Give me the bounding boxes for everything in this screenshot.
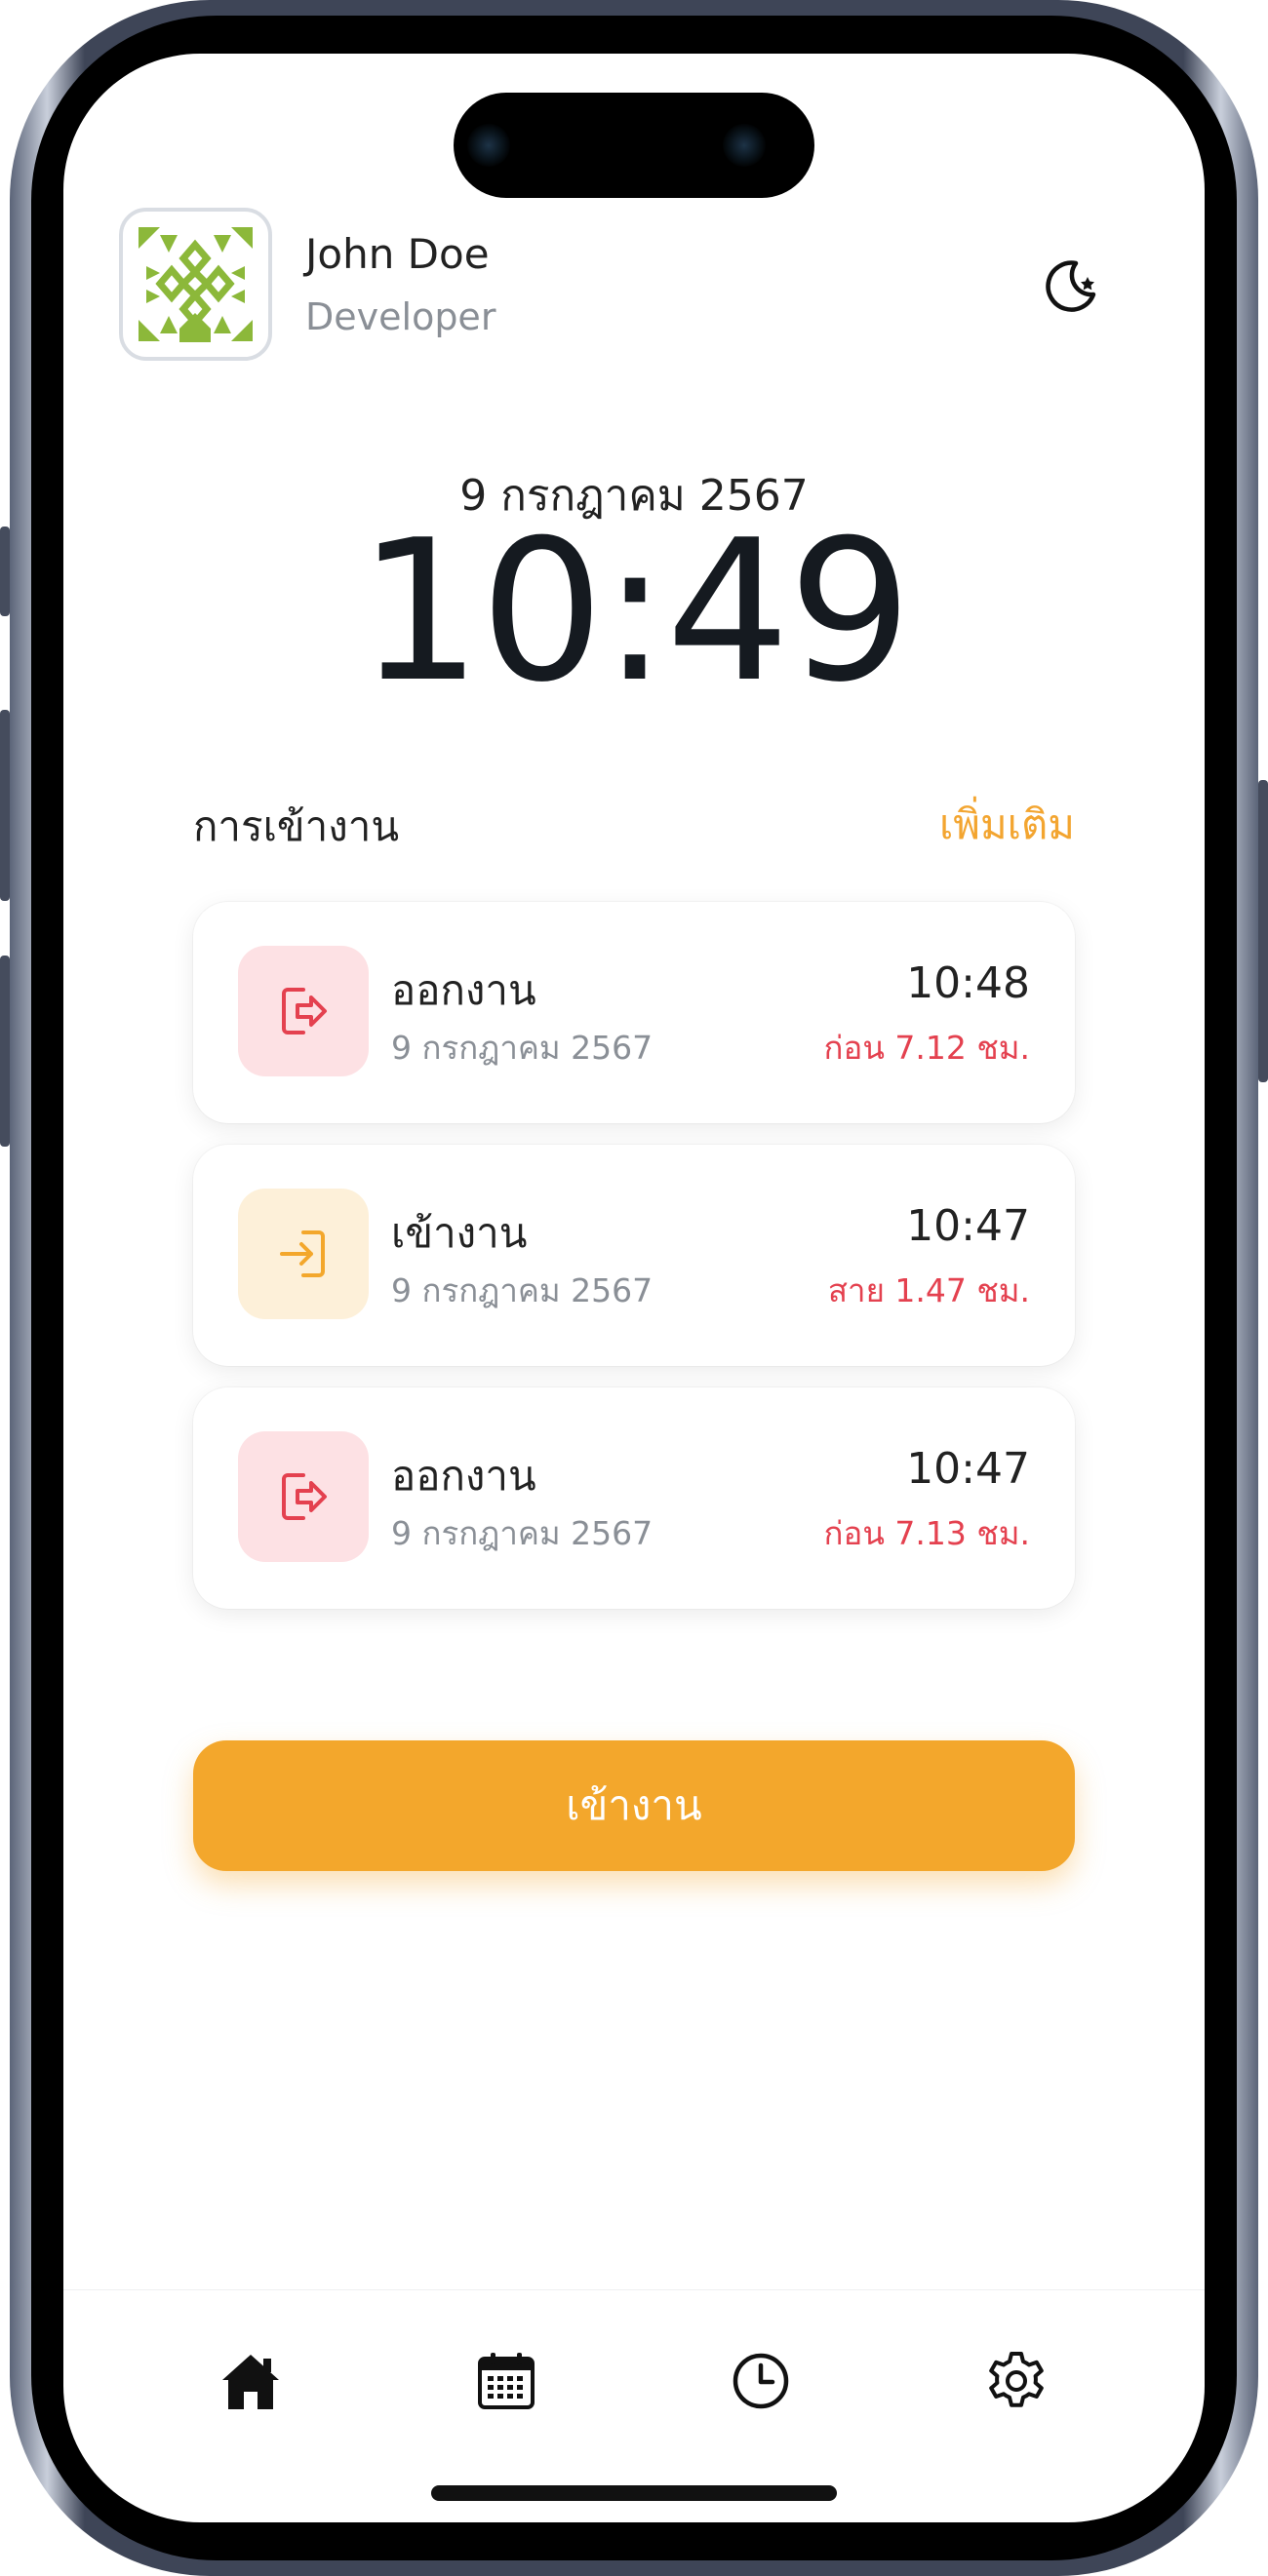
tab-settings[interactable] xyxy=(977,2342,1055,2420)
record-type: ออกงาน xyxy=(391,1452,536,1500)
tab-home[interactable] xyxy=(212,2342,290,2420)
record-diff: สาย 1.47 ชม. xyxy=(827,1271,1030,1309)
home-indicator[interactable] xyxy=(431,2485,837,2501)
user-role: Developer xyxy=(305,295,496,338)
tab-history[interactable] xyxy=(722,2342,800,2420)
login-icon xyxy=(280,1230,325,1277)
checkout-icon-badge xyxy=(238,1431,369,1562)
user-name: John Doe xyxy=(305,230,490,278)
record-diff: ก่อน 7.13 ชม. xyxy=(823,1514,1030,1552)
tab-calendar[interactable] xyxy=(467,2342,545,2420)
checkin-icon-badge xyxy=(238,1189,369,1319)
record-type: เข้างาน xyxy=(391,1209,528,1257)
volume-up-button xyxy=(0,710,10,901)
sensor-icon xyxy=(723,124,766,167)
more-link[interactable]: เพิ่มเติม xyxy=(939,793,1075,857)
attendance-title: การเข้างาน xyxy=(193,802,400,850)
attendance-card[interactable]: ออกงาน 9 กรกฎาคม 2567 10:47 ก่อน 7.13 ชม… xyxy=(193,1387,1075,1609)
record-time: 10:47 xyxy=(906,1201,1030,1251)
dynamic-island xyxy=(454,93,814,198)
current-time: 10:49 xyxy=(357,498,912,725)
camera-icon xyxy=(467,124,510,167)
tabbar-divider xyxy=(63,2289,1205,2290)
record-time: 10:48 xyxy=(906,958,1030,1008)
record-diff: ก่อน 7.12 ชม. xyxy=(823,1029,1030,1067)
power-button xyxy=(1258,780,1268,1082)
moon-icon xyxy=(1046,260,1096,312)
logout-icon xyxy=(282,988,327,1034)
volume-down-button xyxy=(0,956,10,1147)
calendar-icon xyxy=(478,2353,535,2409)
gear-icon xyxy=(989,2352,1044,2407)
record-date: 9 กรกฎาคม 2567 xyxy=(391,1514,654,1552)
record-date: 9 กรกฎาคม 2567 xyxy=(391,1271,654,1309)
clock-icon xyxy=(733,2353,789,2409)
check-in-button[interactable]: เข้างาน xyxy=(193,1740,1075,1871)
logout-icon xyxy=(282,1473,327,1520)
record-date: 9 กรกฎาคม 2567 xyxy=(391,1029,654,1067)
record-type: ออกงาน xyxy=(391,966,536,1014)
identicon-icon xyxy=(139,227,253,342)
checkout-icon-badge xyxy=(238,946,369,1076)
record-time: 10:47 xyxy=(906,1444,1030,1494)
home-icon xyxy=(222,2355,279,2409)
dark-mode-toggle[interactable] xyxy=(1039,255,1099,316)
attendance-card[interactable]: เข้างาน 9 กรกฎาคม 2567 10:47 สาย 1.47 ชม… xyxy=(193,1145,1075,1366)
attendance-card[interactable]: ออกงาน 9 กรกฎาคม 2567 10:48 ก่อน 7.12 ชม… xyxy=(193,902,1075,1123)
avatar[interactable] xyxy=(119,208,272,361)
